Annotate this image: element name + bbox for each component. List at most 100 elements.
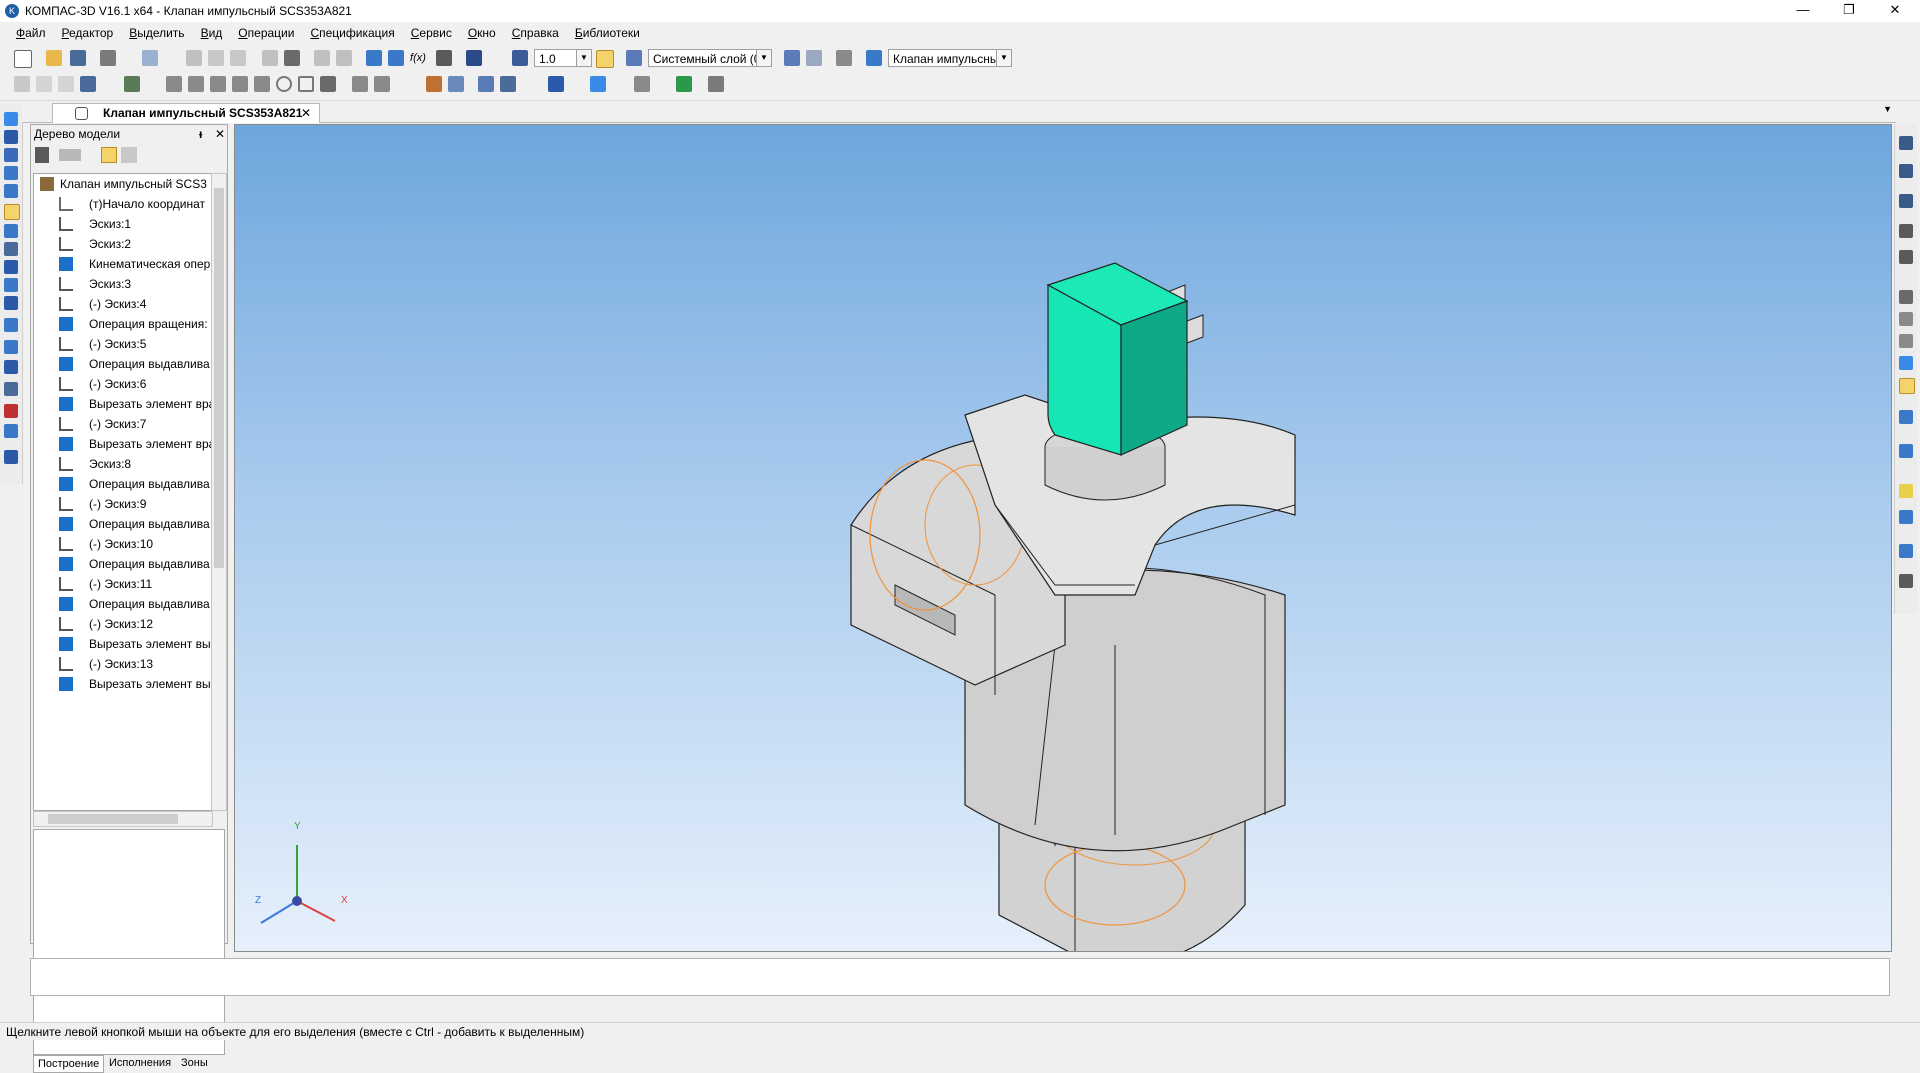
reports-icon[interactable]	[4, 260, 18, 274]
tree-item[interactable]: Вырезать элемент вы	[34, 634, 212, 654]
help-icon[interactable]	[500, 76, 516, 92]
restore-button[interactable]: ❐	[1826, 0, 1872, 22]
panel-close-icon[interactable]: ✕	[215, 125, 225, 143]
valve-3d-model[interactable]	[235, 125, 1891, 951]
tree-display-mode-icon[interactable]	[59, 149, 81, 161]
status-icon[interactable]	[806, 50, 822, 66]
tab-close-icon[interactable]: ✕	[301, 104, 311, 123]
scale-icon[interactable]	[512, 50, 528, 66]
tree-item[interactable]: Эскиз:8	[34, 454, 212, 474]
cut-icon[interactable]	[186, 50, 202, 66]
shading-icon[interactable]	[548, 76, 564, 92]
snap-icon[interactable]	[596, 50, 614, 68]
tree-item[interactable]: Эскиз:3	[34, 274, 212, 294]
section-view-icon[interactable]	[1899, 444, 1913, 458]
edge-icon[interactable]	[166, 76, 182, 92]
scroll-thumb[interactable]	[214, 188, 224, 568]
help-cursor-icon[interactable]	[466, 50, 482, 66]
search-icon[interactable]	[478, 76, 494, 92]
scale-select[interactable]: 1.0 ▼	[534, 49, 592, 67]
bracket-icon[interactable]	[232, 76, 248, 92]
shaded-icon[interactable]	[1899, 356, 1913, 370]
redo-icon[interactable]	[336, 50, 352, 66]
zoom-fit-icon[interactable]	[1899, 194, 1913, 208]
tree-item[interactable]: (-) Эскиз:6	[34, 374, 212, 394]
model-tree-list[interactable]: Клапан импульсный SCS3 (т)Начало координа…	[33, 173, 213, 811]
tree-item[interactable]: (-) Эскиз:11	[34, 574, 212, 594]
wireframe-icon[interactable]	[1899, 290, 1913, 304]
axis-icon[interactable]	[188, 76, 204, 92]
variables-fx-icon[interactable]: f(x)	[410, 50, 426, 66]
display-options-icon[interactable]	[1899, 574, 1913, 588]
tree-item[interactable]: Операция выдавлива	[34, 354, 212, 374]
hidden-lines-icon[interactable]	[1899, 312, 1913, 326]
circle-icon[interactable]	[276, 76, 292, 92]
rotate-icon[interactable]	[1899, 224, 1913, 238]
diagnostics-icon[interactable]	[4, 296, 18, 310]
minimize-button[interactable]: —	[1780, 0, 1826, 22]
tree-item[interactable]: (-) Эскиз:9	[34, 494, 212, 514]
edit-part-icon[interactable]	[4, 130, 18, 144]
dimension-icon[interactable]	[426, 76, 442, 92]
arrays-icon[interactable]	[4, 148, 18, 162]
pipeline-icon[interactable]	[4, 424, 18, 438]
menu-libraries[interactable]: Библиотеки	[567, 26, 648, 40]
model-viewport[interactable]: Y X Z	[234, 124, 1892, 952]
tree-item[interactable]: (-) Эскиз:4	[34, 294, 212, 314]
orientation-icon[interactable]	[590, 76, 606, 92]
menu-operations[interactable]: Операции	[230, 26, 302, 40]
library-manager-icon[interactable]	[388, 50, 404, 66]
preview-icon[interactable]	[142, 50, 158, 66]
grid-icon[interactable]	[36, 76, 52, 92]
tab-list-chevron-icon[interactable]: ▼	[1883, 104, 1892, 114]
thin-lines-icon[interactable]	[1899, 334, 1913, 348]
cross-icon[interactable]	[210, 76, 226, 92]
elements-icon[interactable]	[4, 278, 18, 292]
save-state-icon[interactable]	[80, 76, 96, 92]
pointer-icon[interactable]	[14, 76, 30, 92]
tab-construction[interactable]: Построение	[33, 1055, 105, 1073]
line-icon[interactable]	[254, 76, 270, 92]
sketch-tools-icon[interactable]	[4, 204, 20, 220]
tree-item[interactable]: (-) Эскиз:7	[34, 414, 212, 434]
save-icon[interactable]	[70, 50, 86, 66]
aux-geometry-icon[interactable]	[4, 166, 18, 180]
tree-horizontal-scrollbar[interactable]	[33, 811, 213, 827]
tree-item[interactable]: (-) Эскиз:10	[34, 534, 212, 554]
zoom-icon[interactable]	[1899, 164, 1913, 178]
rebuild-icon[interactable]	[676, 76, 692, 92]
measure-tools-icon[interactable]	[4, 340, 18, 354]
geometry-icon[interactable]	[4, 112, 18, 126]
print-icon[interactable]	[100, 50, 116, 66]
tree-item[interactable]: Вырезать элемент вы	[34, 674, 212, 694]
local-cs-icon[interactable]	[784, 50, 800, 66]
shaded-edges-icon[interactable]	[1899, 378, 1915, 394]
menu-editor[interactable]: Редактор	[54, 26, 122, 40]
tree-options-icon[interactable]	[121, 147, 137, 163]
tree-item[interactable]: Операция выдавлива	[34, 554, 212, 574]
tree-item[interactable]: Эскиз:2	[34, 234, 212, 254]
equations-icon[interactable]	[436, 50, 452, 66]
document-tab[interactable]: Клапан импульсный SCS353A821 ✕	[52, 103, 320, 123]
layers-icon[interactable]	[626, 50, 642, 66]
tree-item[interactable]: (-) Эскиз:12	[34, 614, 212, 634]
surfaces-icon[interactable]	[4, 184, 18, 198]
paste-icon[interactable]	[230, 50, 246, 66]
close-button[interactable]: ✕	[1872, 0, 1918, 22]
tree-item[interactable]: (-) Эскиз:5	[34, 334, 212, 354]
square-icon[interactable]	[298, 76, 314, 92]
specification-icon[interactable]	[4, 242, 18, 256]
perspective-icon[interactable]	[1899, 410, 1913, 424]
info-icon[interactable]	[58, 76, 74, 92]
filter-icon[interactable]	[124, 76, 140, 92]
layer-select[interactable]: Системный слой (0) ▼	[648, 49, 772, 67]
symbols-icon[interactable]	[4, 382, 18, 396]
solid-icon[interactable]	[320, 76, 336, 92]
tree-item[interactable]: Вырезать элемент вра	[34, 394, 212, 414]
welds-icon[interactable]	[4, 404, 18, 418]
text-icon[interactable]	[708, 76, 724, 92]
tree-item[interactable]: Операция выдавлива	[34, 474, 212, 494]
tree-vertical-scrollbar[interactable]	[211, 173, 227, 811]
dimensions-icon[interactable]	[4, 360, 18, 374]
sheet-metal-icon[interactable]	[4, 318, 18, 332]
